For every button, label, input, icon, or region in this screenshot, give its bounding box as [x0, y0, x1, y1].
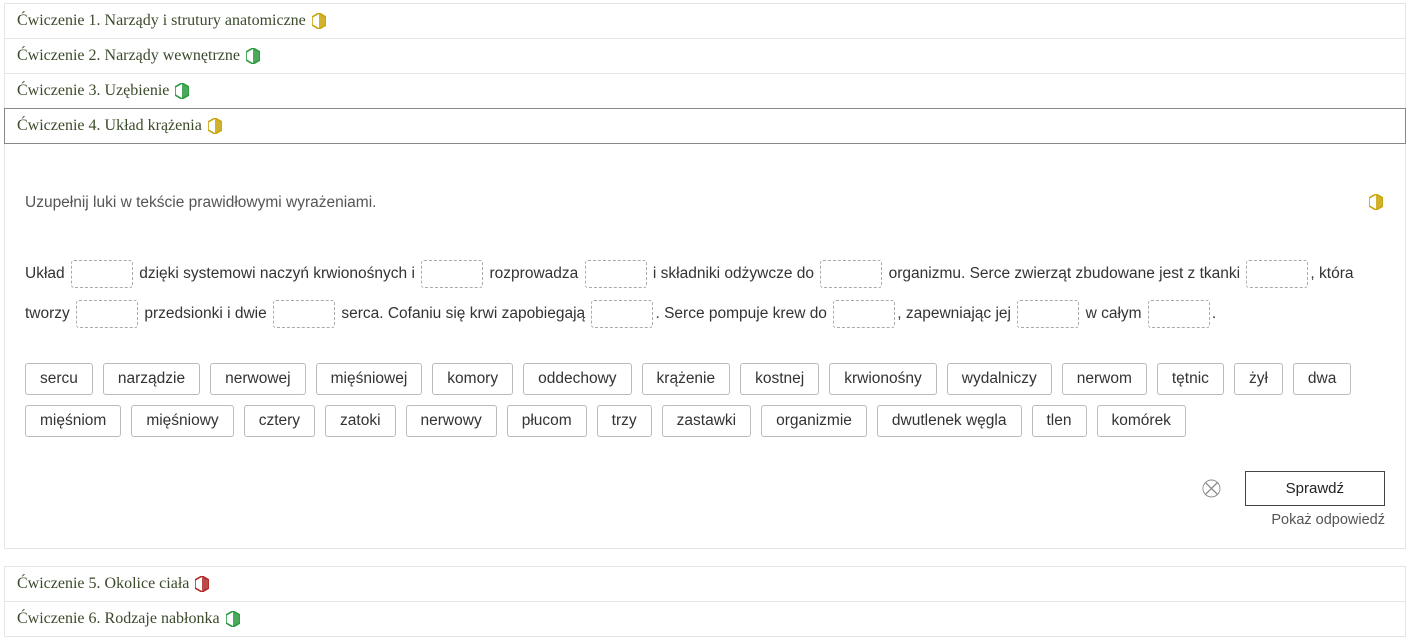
word-token[interactable]: krwionośny [829, 363, 937, 395]
fill-text-part: w całym [1081, 305, 1146, 322]
fill-gap[interactable] [71, 260, 133, 288]
difficulty-hex-icon [208, 118, 222, 134]
exercise-header-4[interactable]: Ćwiczenie 4. Układ krążenia [4, 108, 1406, 144]
check-button[interactable]: Sprawdź [1245, 471, 1385, 506]
difficulty-hex-icon [175, 83, 189, 99]
fill-gap[interactable] [820, 260, 882, 288]
word-token[interactable]: cztery [244, 405, 315, 437]
difficulty-hex-icon [1369, 194, 1383, 214]
word-token[interactable]: mięśniowej [316, 363, 423, 395]
word-token[interactable]: dwa [1293, 363, 1351, 395]
word-token[interactable]: żył [1234, 363, 1283, 395]
word-token[interactable]: narządzie [103, 363, 200, 395]
difficulty-hex-icon [226, 611, 240, 627]
exercise-body: Uzupełnij luki w tekście prawidłowymi wy… [4, 144, 1406, 549]
word-token[interactable]: organizmie [761, 405, 867, 437]
fill-gap[interactable] [585, 260, 647, 288]
word-token[interactable]: krążenie [642, 363, 731, 395]
fill-gap[interactable] [591, 300, 653, 328]
word-token[interactable]: mięśniowy [131, 405, 233, 437]
fill-text-part: przedsionki i dwie [140, 305, 271, 322]
fill-gap[interactable] [273, 300, 335, 328]
exercise-header-5[interactable]: Ćwiczenie 5. Okolice ciała [4, 566, 1406, 602]
word-token[interactable]: oddechowy [523, 363, 631, 395]
exercise-title: Ćwiczenie 1. Narządy i strutury anatomic… [17, 12, 306, 30]
eraser-icon[interactable]: ⛒ [1202, 478, 1220, 499]
word-token[interactable]: kostnej [740, 363, 819, 395]
word-token[interactable]: nerwowy [406, 405, 497, 437]
fill-text-part: . [1212, 305, 1216, 322]
fill-gap[interactable] [1017, 300, 1079, 328]
fill-text-part: organizmu. Serce zwierząt zbudowane jest… [884, 265, 1244, 282]
fill-text-part: . Serce pompuje krew do [655, 305, 831, 322]
exercise-title: Ćwiczenie 4. Układ krążenia [17, 117, 202, 135]
difficulty-hex-icon [1369, 194, 1383, 210]
word-token[interactable]: komórek [1097, 405, 1186, 437]
fill-gap[interactable] [1148, 300, 1210, 328]
difficulty-hex-icon [195, 576, 209, 592]
exercise-title: Ćwiczenie 3. Uzębienie [17, 82, 169, 100]
exercise-title: Ćwiczenie 5. Okolice ciała [17, 575, 189, 593]
fill-text-part: dzięki systemowi naczyń krwionośnych i [135, 265, 419, 282]
exercise-header-3[interactable]: Ćwiczenie 3. Uzębienie [4, 73, 1406, 109]
word-token[interactable]: nerwom [1062, 363, 1147, 395]
word-token[interactable]: sercu [25, 363, 93, 395]
exercise-header-2[interactable]: Ćwiczenie 2. Narządy wewnętrzne [4, 38, 1406, 74]
fill-text-part: rozprowadza [485, 265, 582, 282]
fill-gap[interactable] [1246, 260, 1308, 288]
word-token[interactable]: tlen [1032, 405, 1087, 437]
show-answer-link[interactable]: Pokaż odpowiedź [25, 512, 1385, 528]
word-token[interactable]: tętnic [1157, 363, 1224, 395]
difficulty-hex-icon [312, 13, 326, 29]
word-token[interactable]: zatoki [325, 405, 396, 437]
word-token[interactable]: trzy [597, 405, 652, 437]
exercise-header-6[interactable]: Ćwiczenie 6. Rodzaje nabłonka [4, 601, 1406, 637]
difficulty-hex-icon [246, 48, 260, 64]
fill-text-part: i składniki odżywcze do [649, 265, 819, 282]
word-token[interactable]: mięśniom [25, 405, 121, 437]
word-token[interactable]: komory [432, 363, 513, 395]
fill-gap[interactable] [76, 300, 138, 328]
exercise-title: Ćwiczenie 6. Rodzaje nabłonka [17, 610, 220, 628]
fill-gap[interactable] [421, 260, 483, 288]
exercise-title: Ćwiczenie 2. Narządy wewnętrzne [17, 47, 240, 65]
word-token[interactable]: zastawki [662, 405, 751, 437]
fill-text-part: serca. Cofaniu się krwi zapobiegają [337, 305, 589, 322]
fill-text-part: Układ [25, 265, 69, 282]
exercise-header-1[interactable]: Ćwiczenie 1. Narządy i strutury anatomic… [4, 3, 1406, 39]
word-bank: sercu narządzie nerwowej mięśniowej komory od… [25, 363, 1385, 437]
footer-row: ⛒ Sprawdź [25, 471, 1385, 506]
word-token[interactable]: wydalniczy [947, 363, 1052, 395]
word-token[interactable]: płucom [507, 405, 587, 437]
fill-text: Układ dzięki systemowi naczyń krwionośny… [25, 254, 1385, 335]
fill-text-part: , zapewniając jej [897, 305, 1015, 322]
word-token[interactable]: nerwowej [210, 363, 305, 395]
fill-gap[interactable] [833, 300, 895, 328]
exercise-instruction: Uzupełnij luki w tekście prawidłowymi wy… [25, 194, 1385, 212]
word-token[interactable]: dwutlenek węgla [877, 405, 1022, 437]
